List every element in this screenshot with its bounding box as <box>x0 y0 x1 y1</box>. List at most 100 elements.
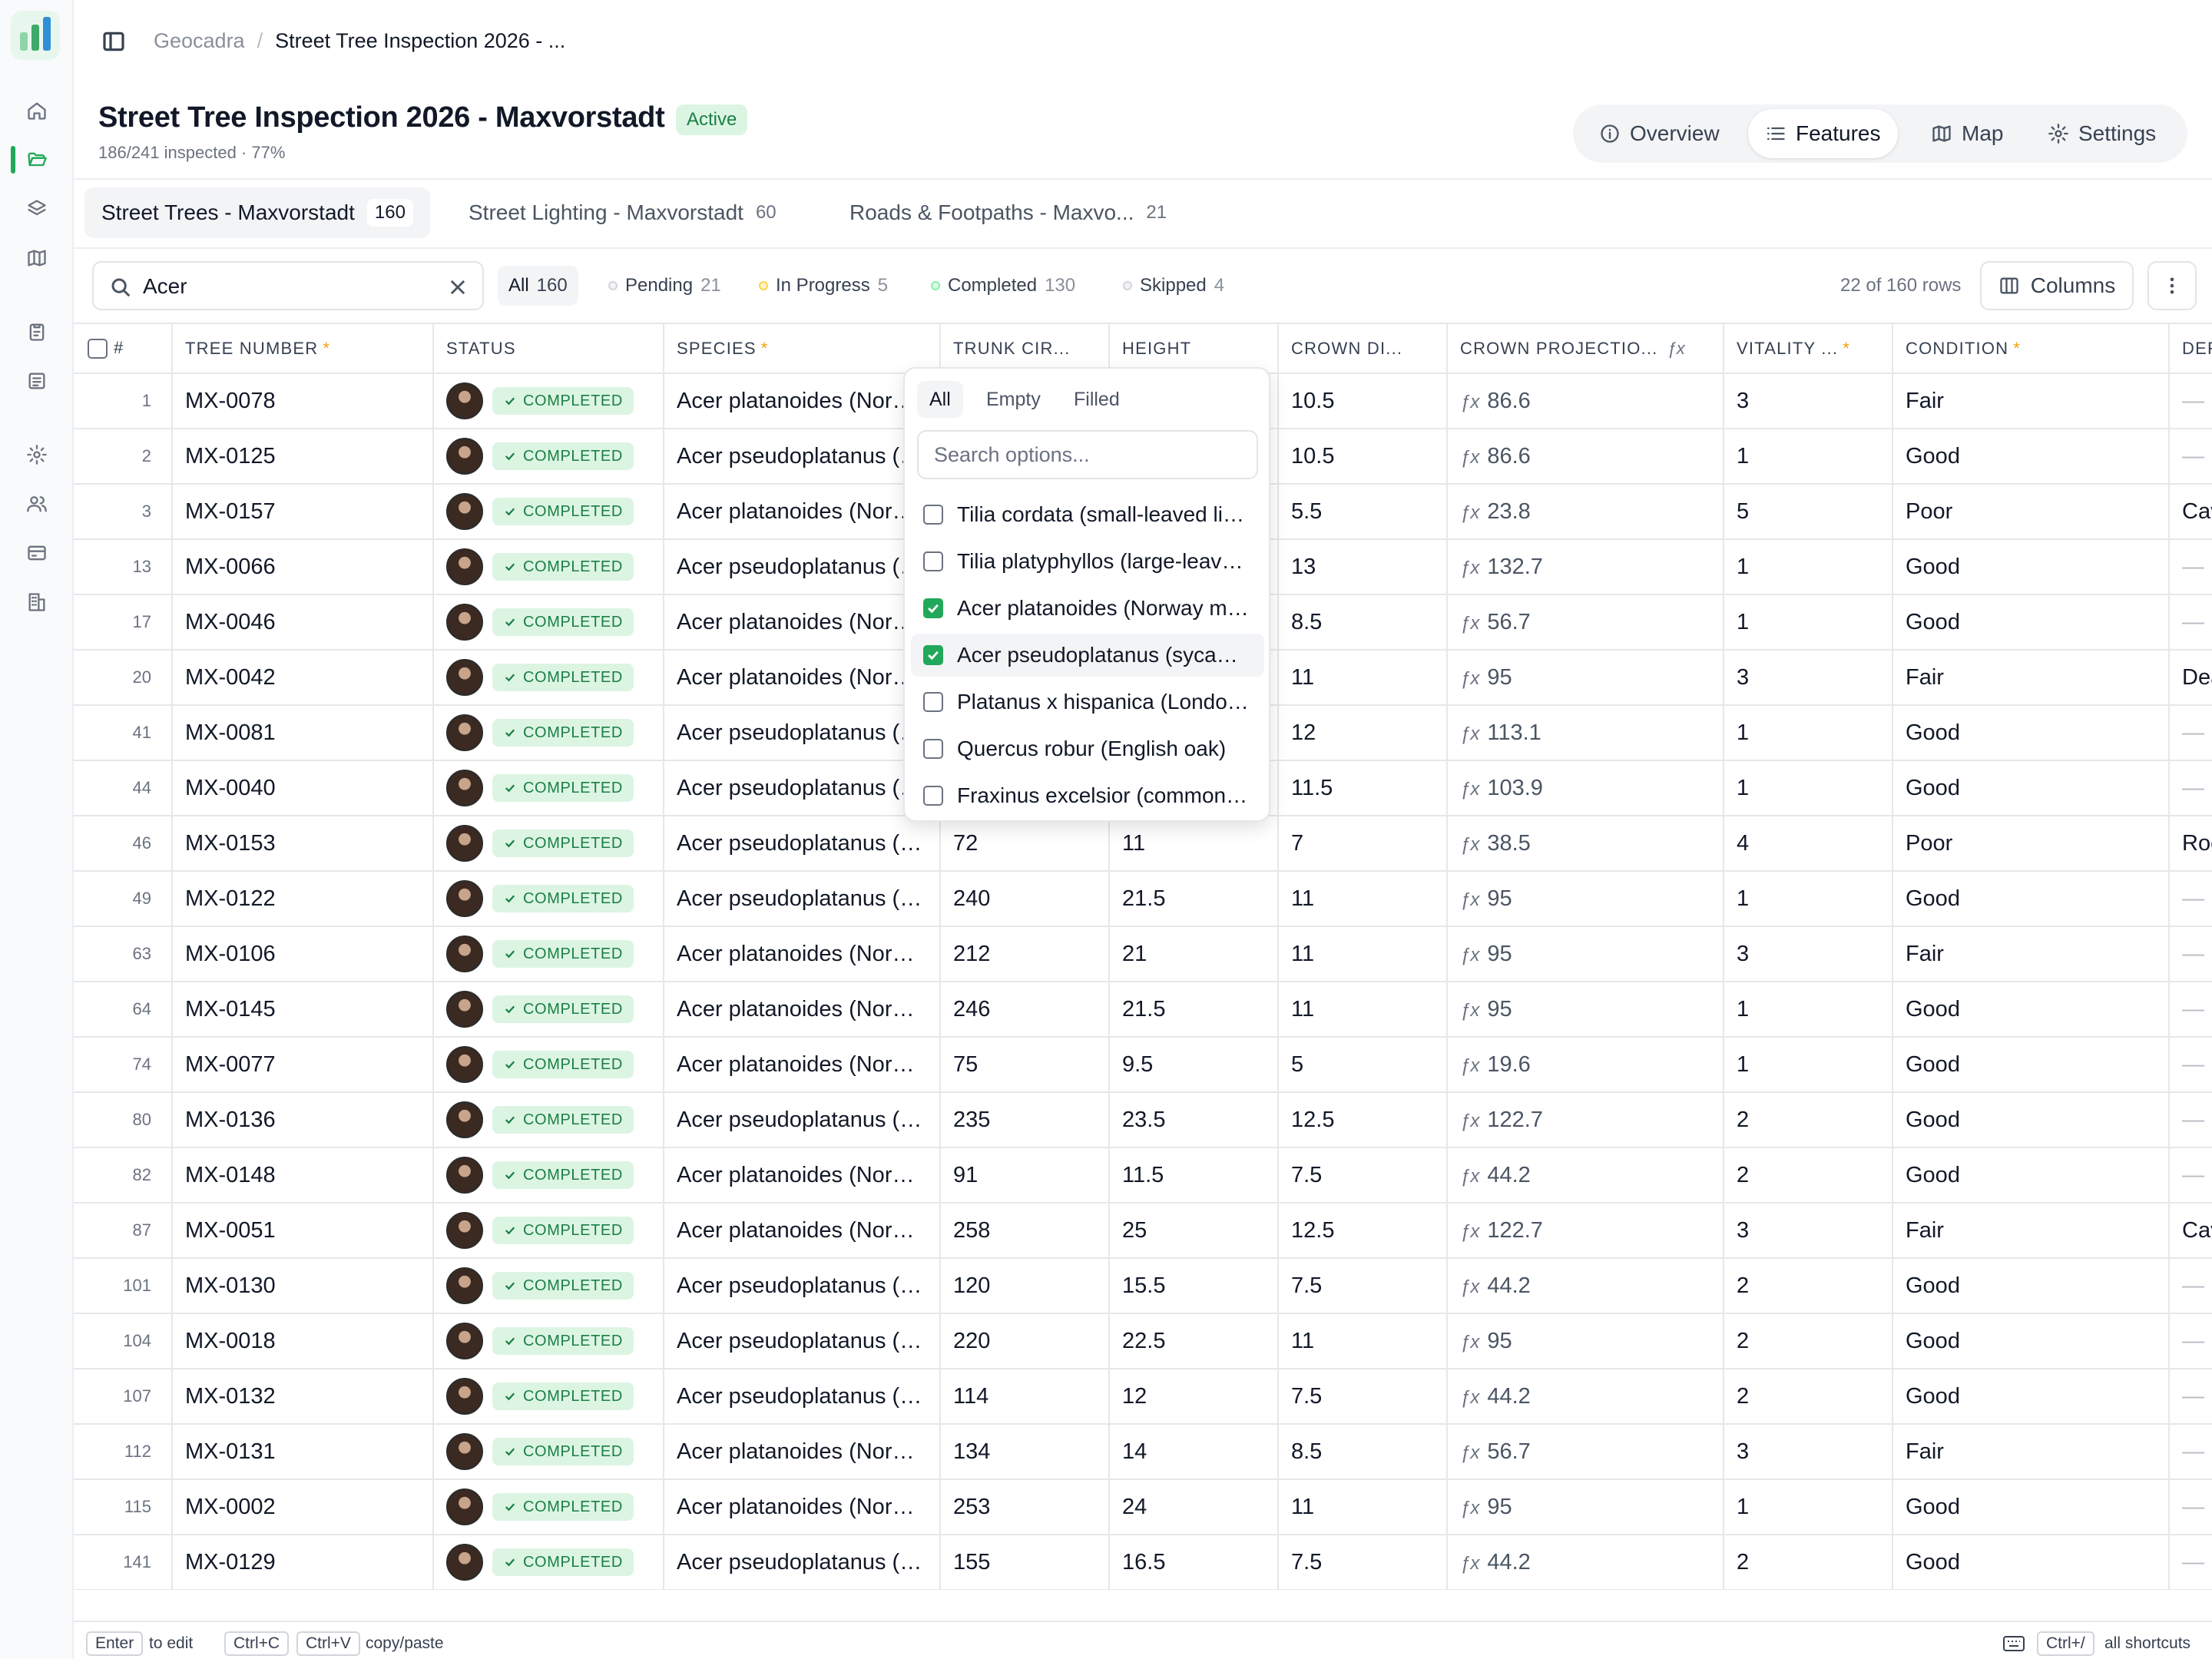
view-overview-button[interactable]: Overview <box>1582 109 1737 158</box>
trunk-cell[interactable]: 91 <box>940 1147 1110 1204</box>
defects-cell[interactable]: — <box>2169 429 2212 485</box>
species-option[interactable]: Acer platanoides (Norway maple) <box>911 587 1264 630</box>
vitality-cell[interactable]: 1 <box>1724 705 1893 761</box>
status-cell[interactable]: COMPLETED <box>433 1535 664 1590</box>
table-row[interactable]: 82 MX-0148 COMPLETED Acer platanoides (Norw… <box>74 1147 2212 1204</box>
defects-cell[interactable]: — <box>2169 871 2212 927</box>
vitality-cell[interactable]: 5 <box>1724 484 1893 540</box>
filter-completed[interactable]: Completed 130 <box>920 266 1086 306</box>
defects-cell[interactable]: — <box>2169 1258 2212 1314</box>
header-crown-diameter[interactable]: CROWN DI... <box>1278 324 1448 374</box>
header-height[interactable]: HEIGHT <box>1109 324 1279 374</box>
tab-street-lighting[interactable]: Street Lighting - Maxvorstadt 60 <box>452 187 793 238</box>
species-cell[interactable]: Acer pseudoplatanus (sycamore) <box>664 429 941 485</box>
header-condition[interactable]: CONDITION * <box>1892 324 2170 374</box>
vitality-cell[interactable]: 2 <box>1724 1535 1893 1590</box>
tree-number-cell[interactable]: MX-0018 <box>172 1313 434 1369</box>
condition-cell[interactable]: Good <box>1892 871 2170 927</box>
species-option[interactable]: Tilia cordata (small-leaved lime) <box>911 493 1264 536</box>
vitality-cell[interactable]: 1 <box>1724 539 1893 595</box>
condition-cell[interactable]: Good <box>1892 594 2170 651</box>
tree-number-cell[interactable]: MX-0122 <box>172 871 434 927</box>
crown-diameter-cell[interactable]: 7.5 <box>1278 1258 1448 1314</box>
species-cell[interactable]: Acer platanoides (Norway maple) <box>664 484 941 540</box>
vitality-cell[interactable]: 1 <box>1724 1479 1893 1535</box>
trunk-cell[interactable]: 258 <box>940 1203 1110 1259</box>
defects-cell[interactable]: — <box>2169 1147 2212 1204</box>
crown-diameter-cell[interactable]: 11 <box>1278 650 1448 706</box>
option-checkbox[interactable] <box>923 786 943 806</box>
option-checkbox[interactable] <box>923 551 943 571</box>
rail-forms[interactable] <box>18 313 55 350</box>
tree-number-cell[interactable]: MX-0042 <box>172 650 434 706</box>
tree-number-cell[interactable]: MX-0081 <box>172 705 434 761</box>
condition-cell[interactable]: Fair <box>1892 650 2170 706</box>
species-option[interactable]: Fraxinus excelsior (common ash) <box>911 774 1264 817</box>
tree-number-cell[interactable]: MX-0066 <box>172 539 434 595</box>
trunk-cell[interactable]: 75 <box>940 1037 1110 1093</box>
tree-number-cell[interactable]: MX-0051 <box>172 1203 434 1259</box>
species-cell[interactable]: Acer pseudoplatanus (sycamore) <box>664 539 941 595</box>
rail-projects[interactable] <box>18 141 55 178</box>
search-input[interactable] <box>143 270 435 303</box>
trunk-cell[interactable]: 220 <box>940 1313 1110 1369</box>
defects-cell[interactable]: — <box>2169 1535 2212 1590</box>
status-cell[interactable]: COMPLETED <box>433 1092 664 1148</box>
crown-diameter-cell[interactable]: 8.5 <box>1278 594 1448 651</box>
rail-settings[interactable] <box>18 436 55 473</box>
option-checkbox[interactable] <box>923 505 943 525</box>
defects-cell[interactable]: — <box>2169 760 2212 816</box>
crown-diameter-cell[interactable]: 11.5 <box>1278 760 1448 816</box>
status-cell[interactable]: COMPLETED <box>433 982 664 1038</box>
table-row[interactable]: 49 MX-0122 COMPLETED Acer pseudoplatanus (s… <box>74 871 2212 927</box>
condition-cell[interactable]: Good <box>1892 982 2170 1038</box>
height-cell[interactable]: 14 <box>1109 1424 1279 1480</box>
condition-cell[interactable]: Fair <box>1892 926 2170 982</box>
rail-maps[interactable] <box>18 240 55 276</box>
status-cell[interactable]: COMPLETED <box>433 1424 664 1480</box>
trunk-cell[interactable]: 72 <box>940 816 1110 872</box>
tree-number-cell[interactable]: MX-0040 <box>172 760 434 816</box>
tree-number-cell[interactable]: MX-0125 <box>172 429 434 485</box>
trunk-cell[interactable]: 253 <box>940 1479 1110 1535</box>
species-cell[interactable]: Acer pseudoplatanus (sycamore) <box>664 1092 941 1148</box>
height-cell[interactable]: 24 <box>1109 1479 1279 1535</box>
status-cell[interactable]: COMPLETED <box>433 871 664 927</box>
trunk-cell[interactable]: 212 <box>940 926 1110 982</box>
defects-cell[interactable]: — <box>2169 539 2212 595</box>
columns-button[interactable]: Columns <box>1980 261 2134 310</box>
view-features-button[interactable]: Features <box>1748 109 1898 158</box>
crown-diameter-cell[interactable]: 7 <box>1278 816 1448 872</box>
status-cell[interactable]: COMPLETED <box>433 760 664 816</box>
filter-all[interactable]: All 160 <box>498 266 578 306</box>
crown-diameter-cell[interactable]: 13 <box>1278 539 1448 595</box>
defects-cell[interactable]: Dea <box>2169 650 2212 706</box>
header-crown-projection[interactable]: CROWN PROJECTIO... ƒx <box>1447 324 1724 374</box>
crown-diameter-cell[interactable]: 12.5 <box>1278 1092 1448 1148</box>
tree-number-cell[interactable]: MX-0002 <box>172 1479 434 1535</box>
crown-diameter-cell[interactable]: 10.5 <box>1278 373 1448 429</box>
tree-number-cell[interactable]: MX-0145 <box>172 982 434 1038</box>
crown-diameter-cell[interactable]: 5.5 <box>1278 484 1448 540</box>
vitality-cell[interactable]: 3 <box>1724 1203 1893 1259</box>
species-option[interactable]: Platanus x hispanica (London plane) <box>911 680 1264 724</box>
species-cell[interactable]: Acer platanoides (Norway maple) <box>664 650 941 706</box>
condition-cell[interactable]: Good <box>1892 1479 2170 1535</box>
rail-billing[interactable] <box>18 535 55 571</box>
tree-number-cell[interactable]: MX-0077 <box>172 1037 434 1093</box>
status-cell[interactable]: COMPLETED <box>433 1479 664 1535</box>
vitality-cell[interactable]: 1 <box>1724 982 1893 1038</box>
defects-cell[interactable]: — <box>2169 926 2212 982</box>
species-cell[interactable]: Acer platanoides (Norway maple) <box>664 373 941 429</box>
vitality-cell[interactable]: 3 <box>1724 1424 1893 1480</box>
condition-cell[interactable]: Good <box>1892 705 2170 761</box>
option-checkbox[interactable] <box>923 692 943 712</box>
crown-diameter-cell[interactable]: 10.5 <box>1278 429 1448 485</box>
height-cell[interactable]: 25 <box>1109 1203 1279 1259</box>
condition-cell[interactable]: Fair <box>1892 1424 2170 1480</box>
tree-number-cell[interactable]: MX-0157 <box>172 484 434 540</box>
tree-number-cell[interactable]: MX-0046 <box>172 594 434 651</box>
header-vitality[interactable]: VITALITY ... * <box>1724 324 1893 374</box>
trunk-cell[interactable]: 120 <box>940 1258 1110 1314</box>
species-cell[interactable]: Acer pseudoplatanus (sycamore) <box>664 1258 941 1314</box>
